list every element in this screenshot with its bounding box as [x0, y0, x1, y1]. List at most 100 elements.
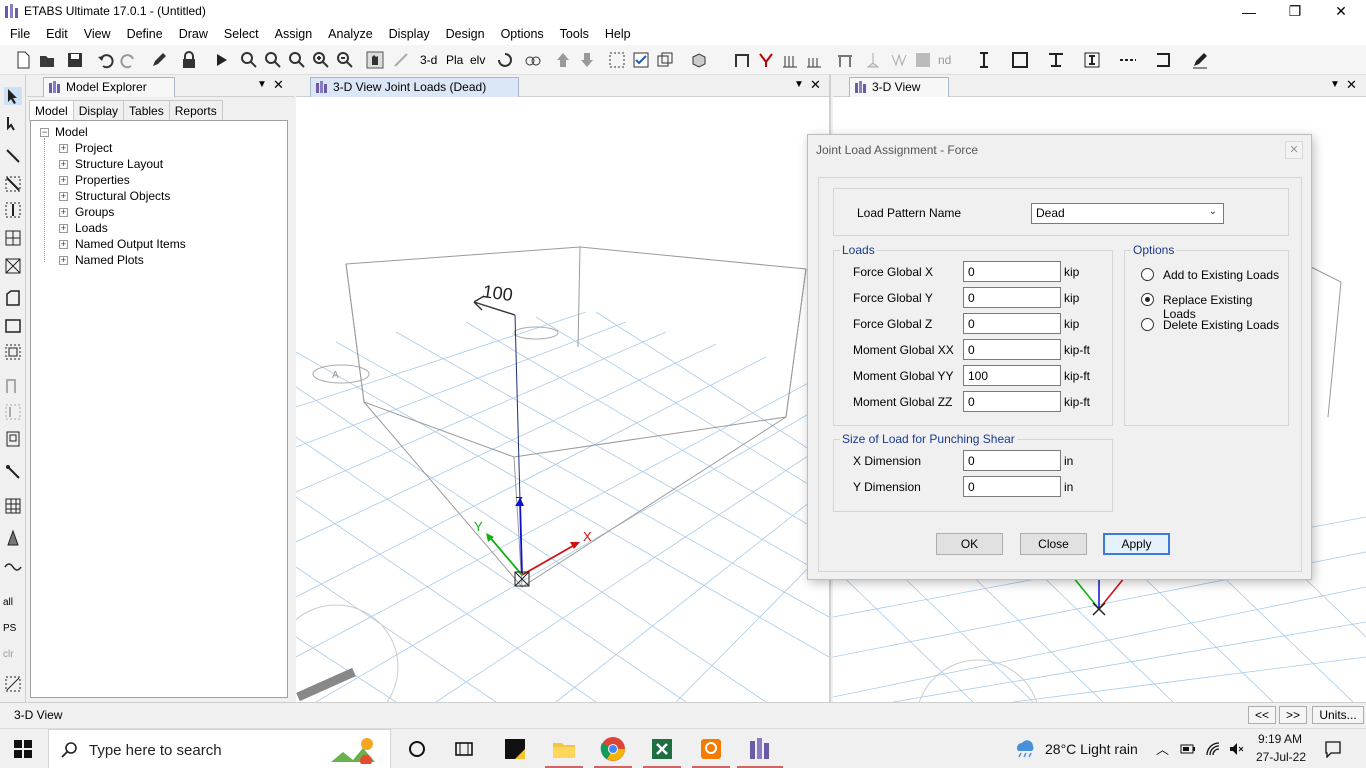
explorer-tab[interactable]: Model Explorer [43, 77, 175, 97]
zoom-window-icon[interactable] [240, 51, 258, 69]
view1-dropdown-icon[interactable]: ▼ [794, 79, 804, 90]
view1-close-icon[interactable]: ✕ [810, 77, 821, 93]
expand-icon[interactable]: + [59, 192, 68, 201]
tray-chevron-icon[interactable]: ︿ [1156, 739, 1169, 758]
weather-widget-icon[interactable] [329, 736, 377, 766]
run-analysis-icon[interactable] [212, 51, 230, 69]
save-icon[interactable] [66, 51, 84, 69]
story-icon[interactable] [836, 51, 854, 69]
expand-icon[interactable]: + [59, 208, 68, 217]
tab-reports[interactable]: Reports [168, 100, 223, 122]
rain-cloud-icon[interactable] [1013, 739, 1037, 759]
moment-zz-field[interactable] [963, 391, 1061, 412]
next-view-button[interactable]: >> [1279, 706, 1307, 724]
tree-root-model[interactable]: Model [55, 125, 88, 139]
dialog-close-icon[interactable]: ✕ [1285, 141, 1303, 159]
sticky-notes-icon[interactable] [501, 735, 529, 763]
check-icon[interactable] [632, 51, 650, 69]
file-explorer-icon[interactable] [550, 735, 578, 763]
menu-analyze[interactable]: Analyze [320, 23, 380, 45]
pan-icon[interactable] [366, 51, 384, 69]
clear-selection-button[interactable]: clr [3, 649, 21, 667]
task-view-icon[interactable] [403, 735, 431, 763]
taskbar-search[interactable]: Type here to search [48, 729, 391, 768]
view1-tab[interactable]: 3-D View Joint Loads (Dead) [310, 77, 519, 97]
wall-icon[interactable] [1155, 51, 1173, 69]
explorer-dropdown-icon[interactable]: ▼ [257, 79, 267, 90]
draw-link-icon[interactable] [4, 463, 22, 481]
explorer-close-icon[interactable]: ✕ [273, 77, 284, 93]
weather-text[interactable]: 28°C Light rain [1045, 741, 1138, 757]
pdf-app-icon[interactable] [697, 735, 725, 763]
force-z-field[interactable] [963, 313, 1061, 334]
notifications-icon[interactable] [1324, 740, 1342, 758]
menu-edit[interactable]: Edit [38, 23, 76, 45]
expand-icon[interactable]: + [59, 160, 68, 169]
tab-display[interactable]: Display [72, 100, 125, 122]
move-down-icon[interactable] [578, 51, 596, 69]
move-up-icon[interactable] [554, 51, 572, 69]
elevation-view-button[interactable]: elv [470, 51, 492, 69]
collapse-icon[interactable]: − [40, 128, 49, 137]
restore-button[interactable]: ❐ [1272, 0, 1318, 23]
expand-icon[interactable]: + [59, 240, 68, 249]
beam-section-icon[interactable] [1047, 51, 1065, 69]
tree-item-named-plots[interactable]: Named Plots [75, 253, 144, 267]
add-existing-label[interactable]: Add to Existing Loads [1163, 268, 1279, 282]
delete-existing-radio[interactable] [1141, 318, 1154, 331]
draw-tendon-icon[interactable] [4, 529, 22, 547]
expand-icon[interactable]: + [59, 224, 68, 233]
ok-button[interactable]: OK [936, 533, 1003, 555]
load-pattern-select[interactable]: Dead ⌄ [1031, 203, 1224, 224]
previous-selection-button[interactable]: PS [3, 623, 21, 641]
text-cursor-icon[interactable] [975, 51, 993, 69]
replace-existing-label[interactable]: Replace Existing Loads [1163, 293, 1288, 321]
plan-view-button[interactable]: Pla [446, 51, 468, 69]
shell-loads-icon[interactable] [805, 51, 823, 69]
quick-floor-icon[interactable] [4, 343, 22, 361]
draw-tool-icon[interactable] [1191, 51, 1209, 69]
perspective-icon[interactable] [524, 51, 542, 69]
view-3d-button[interactable]: 3-d [420, 51, 442, 69]
delete-existing-label[interactable]: Delete Existing Loads [1163, 318, 1279, 332]
x-dimension-field[interactable] [963, 450, 1061, 471]
units-button[interactable]: Units... [1312, 706, 1364, 724]
tab-tables[interactable]: Tables [123, 100, 170, 122]
node-label-button[interactable]: nd [938, 51, 958, 69]
force-y-field[interactable] [963, 287, 1061, 308]
replace-existing-radio[interactable] [1141, 293, 1154, 306]
view1-canvas[interactable]: A 100 Z X Y [296, 97, 829, 702]
new-file-icon[interactable] [14, 51, 32, 69]
draw-brace-icon[interactable] [4, 257, 22, 275]
menu-draw[interactable]: Draw [171, 23, 216, 45]
draw-frame-icon[interactable] [733, 51, 751, 69]
menu-select[interactable]: Select [216, 23, 267, 45]
pencil-icon[interactable] [150, 51, 168, 69]
expand-icon[interactable]: + [59, 256, 68, 265]
expand-icon[interactable]: + [59, 144, 68, 153]
tree-item-groups[interactable]: Groups [75, 205, 114, 219]
zoom-in-icon[interactable] [312, 51, 330, 69]
spring-icon[interactable] [890, 51, 908, 69]
moment-yy-field[interactable] [963, 365, 1061, 386]
draw-opening-icon[interactable] [4, 430, 22, 448]
add-existing-radio[interactable] [1141, 268, 1154, 281]
pointer-icon[interactable] [4, 87, 22, 105]
object-shape-icon[interactable] [690, 51, 708, 69]
draw-wall-icon[interactable] [4, 377, 22, 395]
lock-icon[interactable] [180, 51, 198, 69]
tree-item-properties[interactable]: Properties [75, 173, 130, 187]
expand-icon[interactable]: + [59, 176, 68, 185]
clock-time[interactable]: 9:19 AM [1258, 732, 1302, 746]
menu-assign[interactable]: Assign [267, 23, 321, 45]
support-icon[interactable] [864, 51, 882, 69]
view2-close-icon[interactable]: ✕ [1346, 77, 1357, 93]
chrome-icon[interactable] [599, 735, 627, 763]
rotate-3d-icon[interactable] [496, 51, 514, 69]
draw-wave-icon[interactable] [4, 557, 22, 575]
draw-table-icon[interactable] [4, 497, 22, 515]
tree-item-structure-layout[interactable]: Structure Layout [75, 157, 163, 171]
select-icon[interactable] [608, 51, 626, 69]
draw-floor-icon[interactable] [4, 289, 22, 307]
draw-beam-icon[interactable] [4, 175, 22, 193]
